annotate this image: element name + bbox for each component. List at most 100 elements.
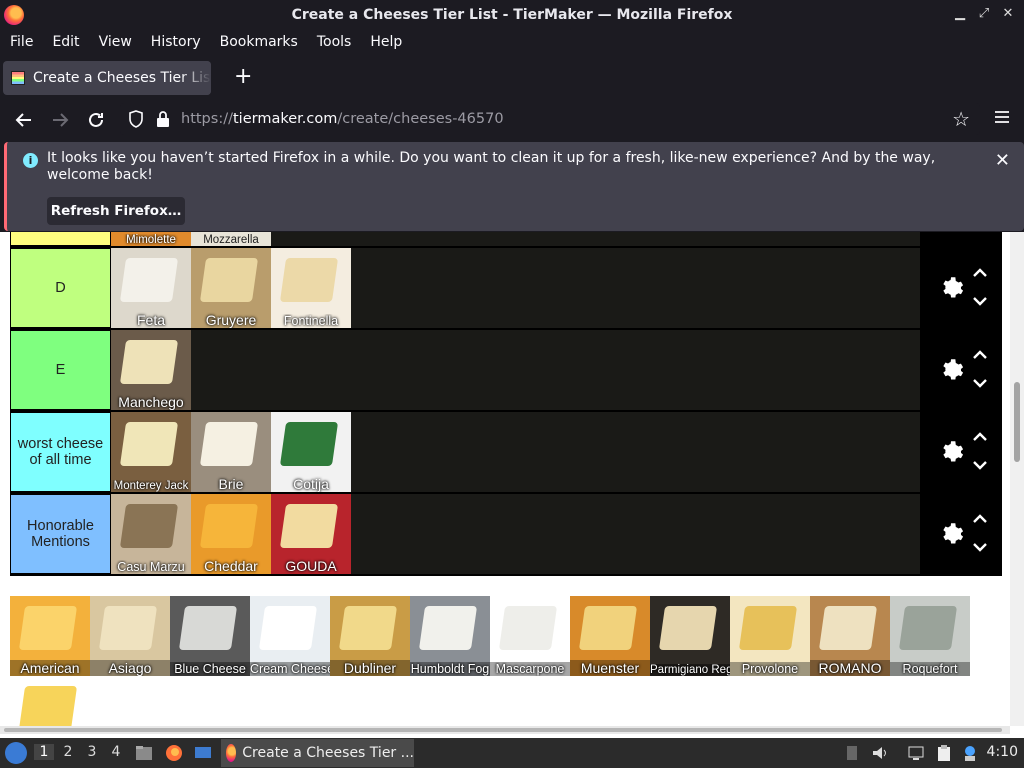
start-menu-icon[interactable]: [5, 742, 27, 764]
lock-icon[interactable]: [156, 110, 170, 128]
cheese-item[interactable]: Dubliner: [330, 596, 410, 676]
cheese-item[interactable]: Casu Marzu: [111, 494, 191, 574]
clipboard-icon[interactable]: [935, 744, 953, 762]
menu-edit[interactable]: Edit: [52, 34, 79, 50]
refresh-firefox-button[interactable]: Refresh Firefox…: [47, 197, 185, 225]
cheese-name: Manchego: [118, 394, 184, 410]
forward-button[interactable]: [48, 108, 72, 132]
window-titlebar: Create a Cheeses Tier List - TierMaker —…: [0, 0, 1024, 30]
tier-label[interactable]: worst cheese of all time: [10, 412, 111, 492]
cheese-item[interactable]: Feta: [111, 248, 191, 328]
tier-items: Monterey Jack Brie Cotija: [111, 412, 920, 492]
cheese-item[interactable]: GOUDA: [271, 494, 351, 574]
cheese-item[interactable]: Asiago: [90, 596, 170, 676]
cheese-item[interactable]: American: [10, 596, 90, 676]
cheese-item[interactable]: Mozzarella: [191, 232, 271, 246]
unranked-items-pool: American Asiago Blue Cheese Cream Cheese Dub…: [10, 596, 970, 738]
cheese-image: [738, 606, 798, 650]
cheese-image: [18, 686, 78, 730]
menu-history[interactable]: History: [151, 34, 201, 50]
notification-icon[interactable]: [961, 744, 979, 762]
menu-view[interactable]: View: [99, 34, 132, 50]
cheese-item[interactable]: Brie: [191, 412, 271, 492]
cheese-name: Mascarpone: [490, 662, 570, 676]
tier-row: E Manchego: [10, 330, 1002, 412]
menu-tools[interactable]: Tools: [317, 34, 352, 50]
url-bar[interactable]: https://tiermaker.com/create/cheeses-465…: [120, 103, 980, 135]
cheese-item[interactable]: Cream Cheese: [250, 596, 330, 676]
move-tier-up-chevron-icon[interactable]: [972, 430, 988, 442]
cheese-item[interactable]: Roquefort: [890, 596, 970, 676]
tier-settings-gear-icon[interactable]: [937, 437, 965, 465]
tier-label[interactable]: E: [10, 330, 111, 410]
workspace-3[interactable]: 3: [82, 744, 102, 760]
move-tier-down-chevron-icon[interactable]: [972, 460, 988, 472]
cheese-image: [898, 606, 958, 650]
url-text[interactable]: https://tiermaker.com/create/cheeses-465…: [181, 111, 504, 127]
taskbar-firefox-window[interactable]: Create a Cheeses Tier ...: [221, 739, 414, 767]
move-tier-down-chevron-icon[interactable]: [972, 296, 988, 308]
tier-label[interactable]: D: [10, 248, 111, 328]
cheese-item[interactable]: Mimolette: [111, 232, 191, 246]
cheese-item[interactable]: Cotija: [271, 412, 351, 492]
bookmark-star-icon[interactable]: ☆: [952, 107, 970, 131]
reload-button[interactable]: [84, 108, 108, 132]
network-icon[interactable]: [907, 744, 925, 762]
vertical-scrollbar[interactable]: [1010, 232, 1024, 726]
cheese-item[interactable]: Cheddar: [191, 494, 271, 574]
maximize-icon[interactable]: ⤢: [976, 6, 992, 22]
tier-settings-gear-icon[interactable]: [937, 519, 965, 547]
cheese-image: [119, 504, 179, 548]
cheese-item[interactable]: Humboldt Fog: [410, 596, 490, 676]
close-window-icon[interactable]: ✕: [1000, 6, 1016, 22]
menu-file[interactable]: File: [10, 34, 33, 50]
cheese-item[interactable]: Fontinella: [271, 248, 351, 328]
notification-close-icon[interactable]: ✕: [995, 150, 1010, 171]
menu-bookmarks[interactable]: Bookmarks: [220, 34, 298, 50]
cheese-image: [178, 606, 238, 650]
tracking-protection-shield-icon[interactable]: [128, 110, 144, 128]
cheese-item[interactable]: Parmigiano Reggiano: [650, 596, 730, 676]
info-icon: i: [23, 153, 38, 168]
move-tier-up-chevron-icon[interactable]: [972, 512, 988, 524]
tab-tiermaker[interactable]: Create a Cheeses Tier List - TierMaker: [3, 61, 211, 95]
cheese-item[interactable]: Monterey Jack: [111, 412, 191, 492]
tier-controls-partial: [920, 232, 1002, 248]
desktop-icon[interactable]: [194, 744, 212, 762]
cheese-image: [498, 606, 558, 650]
workspace-4[interactable]: 4: [106, 744, 126, 760]
cheese-name: Parmigiano Reggiano: [650, 664, 730, 676]
cheese-item[interactable]: ROMANO: [810, 596, 890, 676]
cheese-item[interactable]: Provolone: [730, 596, 810, 676]
cheese-name: Mimolette: [126, 234, 176, 246]
app-menu-icon[interactable]: [994, 110, 1010, 124]
tier-controls: [920, 412, 1002, 494]
back-button[interactable]: [12, 108, 36, 132]
workspace-2[interactable]: 2: [58, 744, 78, 760]
move-tier-up-chevron-icon[interactable]: [972, 348, 988, 360]
move-tier-up-chevron-icon[interactable]: [972, 266, 988, 278]
cheese-image: [199, 422, 259, 466]
cheese-item[interactable]: Gruyere: [191, 248, 271, 328]
volume-icon[interactable]: [871, 744, 889, 762]
cheese-name: ROMANO: [810, 660, 890, 676]
tier-settings-gear-icon[interactable]: [937, 355, 965, 383]
cheese-item[interactable]: Mascarpone: [490, 596, 570, 676]
firefox-launcher-icon[interactable]: [165, 744, 183, 762]
cheese-item[interactable]: Muenster: [570, 596, 650, 676]
tier-label[interactable]: Honorable Mentions: [10, 494, 111, 574]
cheese-name: Humboldt Fog: [410, 662, 490, 676]
workspace-1[interactable]: 1: [34, 744, 54, 760]
move-tier-down-chevron-icon[interactable]: [972, 542, 988, 554]
move-tier-down-chevron-icon[interactable]: [972, 378, 988, 390]
cheese-item[interactable]: Blue Cheese: [170, 596, 250, 676]
file-manager-icon[interactable]: [135, 744, 153, 762]
new-tab-button[interactable]: +: [234, 66, 252, 88]
tray-updates-icon[interactable]: [843, 744, 861, 762]
tier-settings-gear-icon[interactable]: [937, 273, 965, 301]
minimize-icon[interactable]: ▁: [952, 6, 968, 22]
tier-label-partial[interactable]: [10, 232, 111, 246]
cheese-item[interactable]: Manchego: [111, 330, 191, 410]
menu-help[interactable]: Help: [370, 34, 402, 50]
horizontal-scrollbar[interactable]: [0, 726, 1010, 734]
